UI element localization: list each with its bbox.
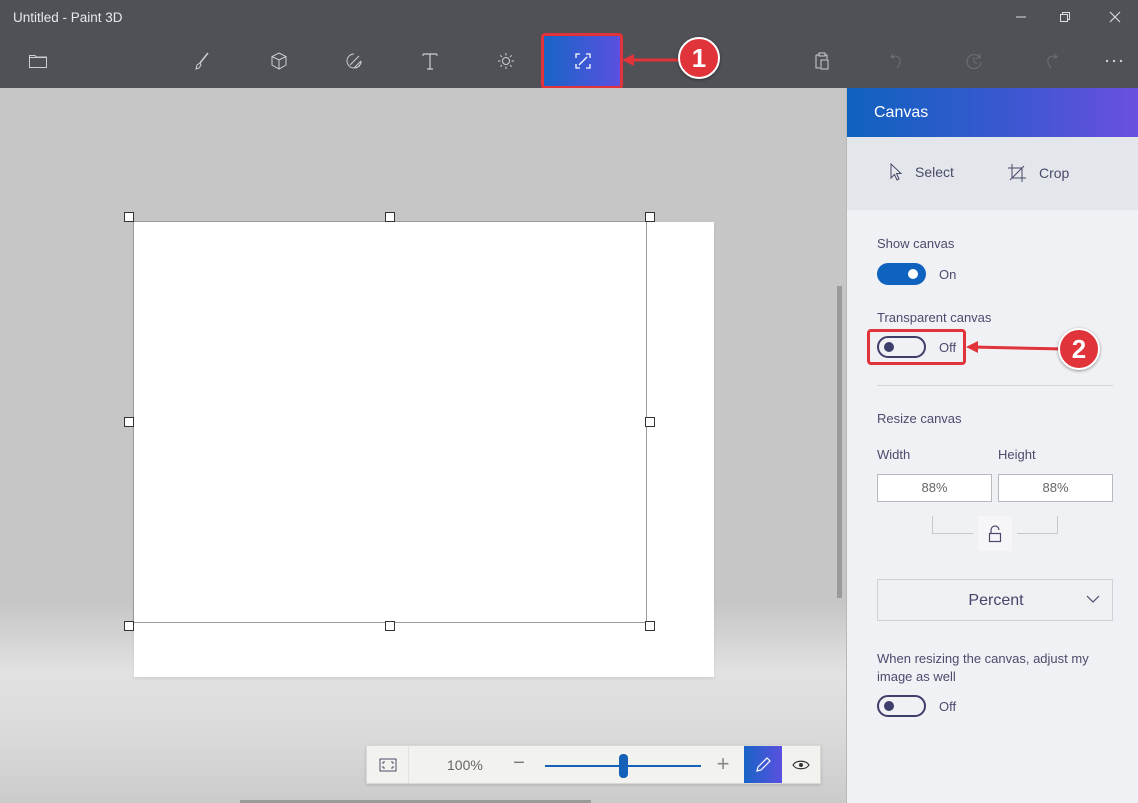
resize-handle-right[interactable] — [645, 417, 655, 427]
folder-icon — [29, 55, 47, 68]
unlock-icon — [988, 524, 1002, 542]
fit-screen-icon — [379, 758, 396, 771]
redo-icon — [1047, 53, 1058, 69]
annotation-highlight-2 — [867, 329, 966, 365]
resize-handle-top-left[interactable] — [124, 212, 134, 222]
restore-button[interactable] — [1042, 4, 1088, 30]
undo-icon — [890, 53, 901, 69]
brush-icon — [195, 52, 209, 70]
toggle-knob — [884, 701, 894, 711]
window-title: Untitled - Paint 3D — [13, 10, 123, 25]
transparent-canvas-label: Transparent canvas — [877, 310, 992, 325]
toolbar-effects-button[interactable] — [482, 36, 530, 86]
resize-handle-bottom[interactable] — [385, 621, 395, 631]
adjust-image-toggle[interactable] — [877, 695, 926, 717]
annotation-badge-1: 1 — [678, 37, 720, 79]
crop-tool-button[interactable]: Crop — [1007, 163, 1069, 183]
more-button[interactable] — [1090, 36, 1138, 86]
more-icon — [1105, 59, 1123, 63]
annotation-arrow-2 — [966, 341, 1065, 353]
width-input[interactable]: 88% — [877, 474, 992, 502]
resize-handle-bottom-left[interactable] — [124, 621, 134, 631]
vertical-scrollbar[interactable] — [837, 286, 842, 598]
undo-button[interactable] — [874, 36, 922, 86]
aspect-link-left — [932, 516, 973, 534]
toggle-knob — [908, 269, 918, 279]
pencil-icon — [756, 756, 771, 772]
toolbar-2d-shapes-button[interactable] — [330, 36, 378, 86]
paste-icon — [815, 52, 829, 70]
edit-mode-button[interactable] — [744, 746, 782, 783]
menu-button[interactable] — [14, 36, 62, 86]
aspect-link-right — [1017, 516, 1058, 534]
zoom-slider-thumb[interactable] — [618, 754, 628, 778]
fit-to-screen-button[interactable] — [367, 746, 409, 783]
show-canvas-state: On — [939, 267, 957, 282]
resize-handle-bottom-right[interactable] — [645, 621, 655, 631]
zoom-bar: 100% − + — [366, 745, 821, 784]
redo-button[interactable] — [1026, 36, 1074, 86]
zoom-level: 100% — [447, 757, 483, 773]
panel-tools: Select Crop — [847, 137, 1138, 210]
adjust-image-state: Off — [939, 699, 957, 714]
annotation-badge-2: 2 — [1058, 328, 1100, 370]
minimize-icon — [1016, 16, 1026, 18]
panel-divider — [877, 385, 1113, 386]
toolbar-text-button[interactable] — [406, 36, 454, 86]
history-button[interactable] — [950, 36, 998, 86]
width-label: Width — [877, 447, 911, 462]
history-icon — [966, 54, 982, 70]
panel-header: Canvas — [847, 88, 1138, 137]
toolbar-3d-shapes-button[interactable] — [255, 36, 303, 86]
zoom-in-button[interactable]: + — [713, 751, 733, 777]
show-canvas-toggle[interactable] — [877, 263, 926, 285]
restore-icon — [1060, 12, 1070, 22]
annotation-arrow-1 — [622, 54, 682, 66]
cube-icon — [271, 52, 287, 70]
canvas-panel: Canvas Select Crop Show canvas On Transp… — [846, 88, 1138, 803]
height-input[interactable]: 88% — [998, 474, 1113, 502]
view-mode-button[interactable] — [782, 746, 820, 783]
unit-dropdown-value: Percent — [968, 592, 1024, 609]
sticker-icon — [346, 53, 362, 69]
cursor-icon — [890, 163, 903, 181]
zoom-out-button[interactable]: − — [509, 752, 529, 775]
show-canvas-label: Show canvas — [877, 236, 955, 251]
effects-icon — [498, 53, 514, 69]
resize-handle-top-right[interactable] — [645, 212, 655, 222]
chevron-down-icon — [1086, 595, 1100, 603]
select-tool-button[interactable]: Select — [889, 163, 954, 181]
panel-title: Canvas — [874, 104, 929, 121]
close-button[interactable] — [1092, 4, 1138, 30]
adjust-image-label: When resizing the canvas, adjust my imag… — [877, 651, 1089, 684]
height-label: Height — [998, 447, 1036, 462]
resize-canvas-label: Resize canvas — [877, 411, 962, 426]
lock-aspect-ratio-button[interactable] — [978, 516, 1012, 551]
resize-handle-top[interactable] — [385, 212, 395, 222]
text-icon — [422, 53, 438, 70]
annotation-highlight-1 — [541, 33, 623, 89]
close-icon — [1109, 11, 1121, 23]
paste-button[interactable] — [798, 36, 846, 86]
minimize-button[interactable] — [998, 4, 1044, 30]
crop-icon — [1008, 164, 1026, 182]
resize-handle-left[interactable] — [124, 417, 134, 427]
select-label: Select — [915, 164, 954, 180]
toolbar-brushes-button[interactable] — [178, 36, 226, 86]
crop-label: Crop — [1039, 165, 1070, 181]
eye-icon — [792, 760, 810, 769]
title-toolbar-bar: Untitled - Paint 3D 1 — [0, 0, 1138, 89]
canvas-selection-frame[interactable] — [133, 221, 647, 623]
unit-dropdown[interactable]: Percent — [877, 579, 1113, 621]
